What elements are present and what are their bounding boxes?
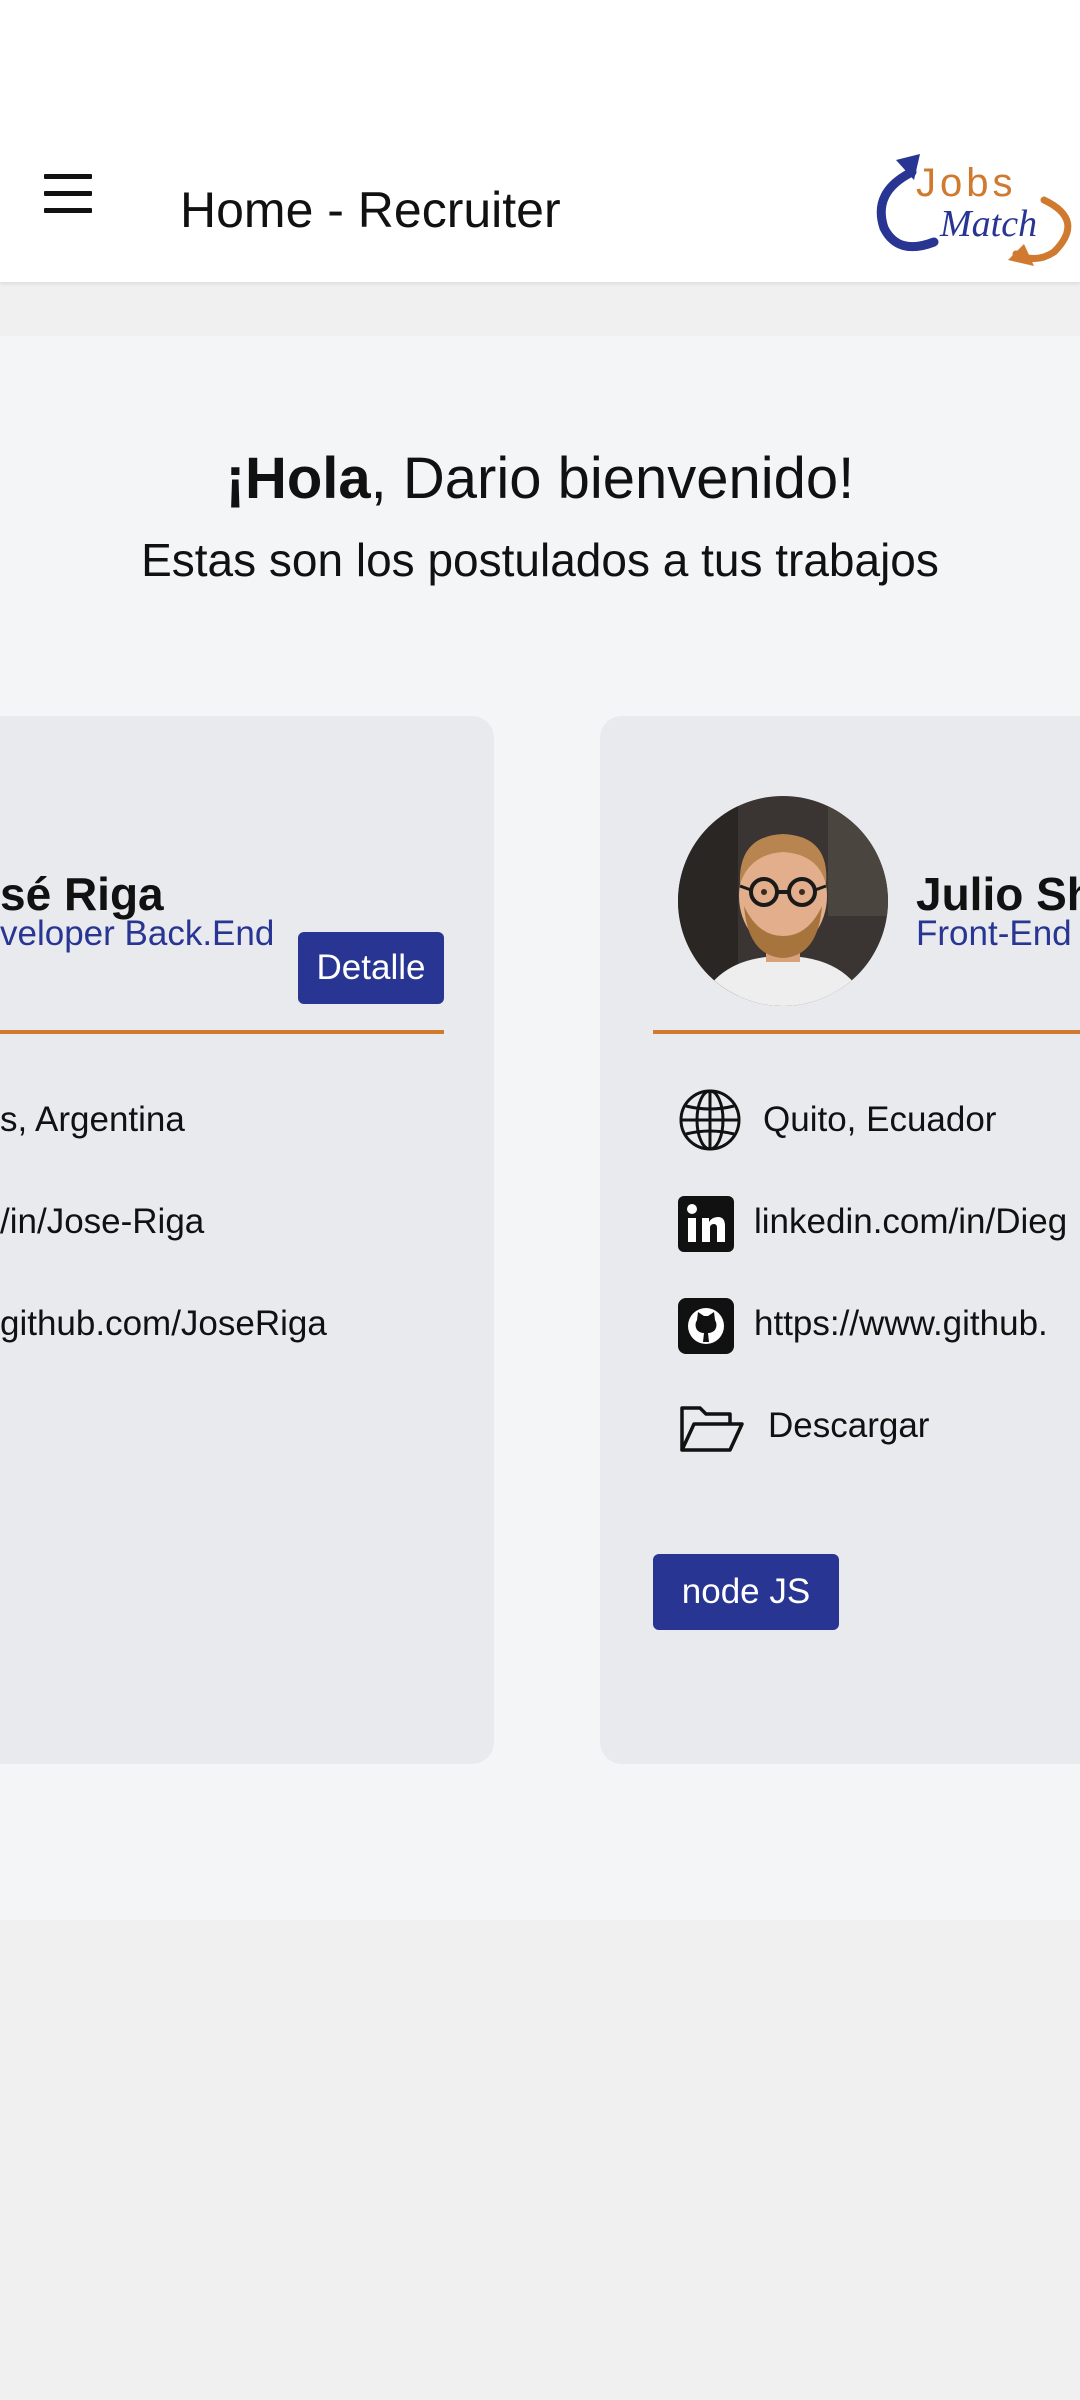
menu-icon[interactable] <box>28 158 108 230</box>
candidate-linkedin[interactable]: linkedin.com/in/Dieg <box>754 1200 1067 1244</box>
candidate-card: sé Riga veloper Back.End Detalle s, Arge… <box>0 716 494 1764</box>
main-content: ¡Hola, Dario bienvenido! Estas son los p… <box>0 336 1080 1920</box>
card-divider <box>653 1030 1080 1034</box>
globe-icon <box>679 1089 741 1151</box>
avatar <box>678 796 888 1006</box>
welcome-name: , Dario bienvenido! <box>370 446 855 511</box>
candidate-location: Quito, Ecuador <box>763 1100 997 1139</box>
card-divider <box>0 1030 444 1034</box>
skill-tag[interactable]: node JS <box>653 1554 839 1630</box>
candidate-github[interactable]: github.com/JoseRiga <box>0 1302 327 1346</box>
candidate-card: Julio Sh Front-End Quito, Ecuador linked… <box>600 716 1080 1764</box>
candidate-linkedin[interactable]: /in/Jose-Riga <box>0 1200 204 1244</box>
welcome-subtitle: Estas son los postulados a tus trabajos <box>141 534 939 586</box>
candidate-location: s, Argentina <box>0 1100 185 1139</box>
jobs-match-logo: Jobs Match <box>876 154 1072 266</box>
page-title: Home - Recruiter <box>180 182 561 238</box>
linkedin-icon <box>678 1196 734 1252</box>
welcome-heading: ¡Hola, Dario bienvenido! <box>0 444 1080 514</box>
logo-text-match: Match <box>939 203 1037 245</box>
detail-button[interactable]: Detalle <box>298 932 444 1004</box>
app-bar: Home - Recruiter Jobs Match <box>0 100 1080 282</box>
download-cv-link[interactable]: Descargar <box>768 1404 929 1448</box>
welcome-hola: ¡Hola <box>225 446 371 511</box>
candidate-github[interactable]: https://www.github. <box>754 1302 1048 1346</box>
folder-open-icon <box>680 1406 744 1452</box>
status-bar <box>0 0 1080 100</box>
logo-text-jobs: Jobs <box>916 161 1017 205</box>
candidate-role: veloper Back.End <box>0 914 275 953</box>
github-icon <box>678 1298 734 1354</box>
candidate-role: Front-End <box>916 914 1072 953</box>
